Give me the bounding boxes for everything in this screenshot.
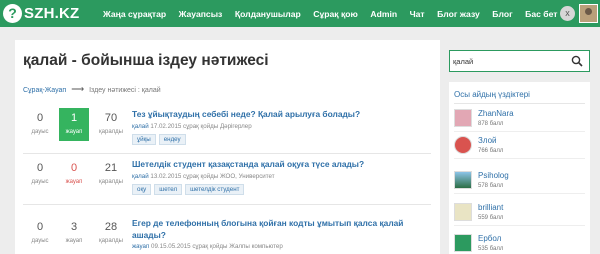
- breadcrumb-current: Іздеу нәтижесі : қалай: [89, 87, 161, 94]
- divider: [454, 158, 585, 159]
- question-meta: қалай 13.02.2015 сұрақ қойды ЖОО, Универ…: [132, 173, 275, 180]
- question-meta: қалай 17.02.2015 сұрақ қойды Дәрігерлер: [132, 123, 252, 130]
- top-navbar: ? SZH.KZ Жаңа сұрақтар Жауапсыз Қолдануш…: [0, 0, 600, 27]
- answers-count: 0 жауап: [65, 162, 83, 185]
- top-users-panel: Осы айдың үздіктері ZhanNara 878 балл Зл…: [449, 82, 590, 254]
- answers-count: 1 жауап: [59, 108, 89, 141]
- question-meta-text: 17.02.2015 сұрақ қойды Дәрігерлер: [148, 123, 252, 130]
- search-input[interactable]: [453, 54, 563, 68]
- top-user-item[interactable]: ZhanNara 878 балл: [454, 108, 585, 132]
- question-row: 0 дауыс 1 жауап 70 қаралды Тез ұйықтауды…: [15, 108, 440, 153]
- breadcrumb-home[interactable]: Сұрақ-Жауап: [23, 87, 66, 94]
- close-button[interactable]: x: [560, 6, 575, 21]
- nav-unanswered[interactable]: Жауапсыз: [179, 9, 223, 19]
- nav-chat[interactable]: Чат: [410, 9, 425, 19]
- search-box: [449, 50, 590, 72]
- question-meta-text: 09.15.05.2015 сұрақ қойды Жалпы компьюте…: [149, 243, 283, 250]
- logo-text: SZH.KZ: [24, 5, 80, 22]
- row-divider: [23, 204, 431, 205]
- user-avatar[interactable]: [454, 234, 472, 252]
- top-user-item[interactable]: Злой 766 балл: [454, 135, 585, 159]
- user-name[interactable]: Ербол: [478, 234, 501, 243]
- site-logo[interactable]: ? SZH.KZ: [3, 3, 79, 24]
- question-row: 0 дауыс 3 жауап 28 қаралды Егер де телеф…: [15, 217, 440, 254]
- views-count: 70 қаралды: [99, 112, 123, 135]
- breadcrumb: Сұрақ-Жауап ⟶ Іздеу нәтижесі : қалай: [23, 84, 161, 95]
- question-tags: оқу шетел шетелдік студент: [132, 184, 247, 195]
- user-avatar[interactable]: [454, 136, 472, 154]
- votes-count: 0 дауыс: [31, 112, 49, 135]
- page-title: қалай - бойынша іздеу нәтижесі: [23, 52, 269, 69]
- top-users-heading: Осы айдың үздіктері: [454, 90, 530, 99]
- nav-write-blog[interactable]: Блог жазу: [437, 9, 480, 19]
- question-meta-text: 13.02.2015 сұрақ қойды ЖОО, Университет: [148, 173, 275, 180]
- user-avatar[interactable]: [454, 109, 472, 127]
- question-row: 0 дауыс 0 жауап 21 қаралды Шетелдік студ…: [15, 158, 440, 203]
- nav-admin[interactable]: Admin: [370, 9, 397, 19]
- user-name[interactable]: brilliant: [478, 203, 503, 212]
- main-nav: Жаңа сұрақтар Жауапсыз Қолданушылар Сұра…: [103, 0, 570, 27]
- user-name[interactable]: ZhanNara: [478, 109, 514, 118]
- user-name[interactable]: Злой: [478, 136, 497, 145]
- user-points: 559 балл: [478, 215, 504, 221]
- logo-mark: ?: [3, 4, 22, 23]
- tag[interactable]: ендеу: [158, 134, 186, 145]
- views-count: 21 қаралды: [99, 162, 123, 185]
- user-points: 766 балл: [478, 148, 504, 154]
- votes-count: 0 дауыс: [31, 221, 49, 244]
- tag[interactable]: ұйқы: [132, 134, 156, 145]
- divider: [454, 131, 585, 132]
- user-avatar[interactable]: [454, 171, 472, 189]
- divider: [454, 225, 585, 226]
- user-points: 878 балл: [478, 121, 504, 127]
- search-results-panel: қалай - бойынша іздеу нәтижесі Сұрақ-Жау…: [15, 40, 440, 254]
- user-points: 535 балл: [478, 246, 504, 252]
- search-icon[interactable]: [571, 55, 583, 67]
- nav-home[interactable]: Бас бет: [525, 9, 557, 19]
- divider: [454, 103, 585, 104]
- votes-count: 0 дауыс: [31, 162, 49, 185]
- nav-ask-question[interactable]: Сұрақ қою: [313, 9, 358, 19]
- user-avatar[interactable]: [454, 203, 472, 221]
- question-meta-link[interactable]: қалай: [132, 123, 149, 130]
- answers-count: 3 жауап: [65, 221, 83, 244]
- question-title-link[interactable]: Егер де телефонның блогына қойған кодты …: [132, 217, 432, 241]
- tag[interactable]: шетел: [154, 184, 183, 195]
- nav-blog[interactable]: Блог: [492, 9, 512, 19]
- user-points: 578 балл: [478, 183, 504, 189]
- question-meta-link[interactable]: жауап: [132, 243, 149, 250]
- question-title-link[interactable]: Шетелдік студент қазақстанда қалай оқуға…: [132, 158, 432, 170]
- user-avatar[interactable]: [579, 4, 598, 23]
- tag[interactable]: оқу: [132, 184, 152, 195]
- question-title-link[interactable]: Тез ұйықтаудың себебі неде? Қалай арылуғ…: [132, 108, 432, 120]
- views-count: 28 қаралды: [99, 221, 123, 244]
- breadcrumb-arrow-icon: ⟶: [71, 84, 85, 94]
- question-tags: ұйқы ендеу: [132, 134, 189, 145]
- question-meta-link[interactable]: қалай: [132, 173, 149, 180]
- row-divider: [23, 153, 431, 154]
- question-meta: жауап 09.15.05.2015 сұрақ қойды Жалпы ко…: [132, 243, 283, 250]
- nav-new-questions[interactable]: Жаңа сұрақтар: [103, 9, 166, 19]
- top-user-item[interactable]: Psiholog 578 балл: [454, 170, 585, 194]
- divider: [454, 193, 585, 194]
- nav-users[interactable]: Қолданушылар: [235, 9, 301, 19]
- top-user-item[interactable]: Ербол 535 балл: [454, 233, 585, 254]
- top-user-item[interactable]: brilliant 559 балл: [454, 202, 585, 226]
- user-name[interactable]: Psiholog: [478, 171, 509, 180]
- tag[interactable]: шетелдік студент: [185, 184, 245, 195]
